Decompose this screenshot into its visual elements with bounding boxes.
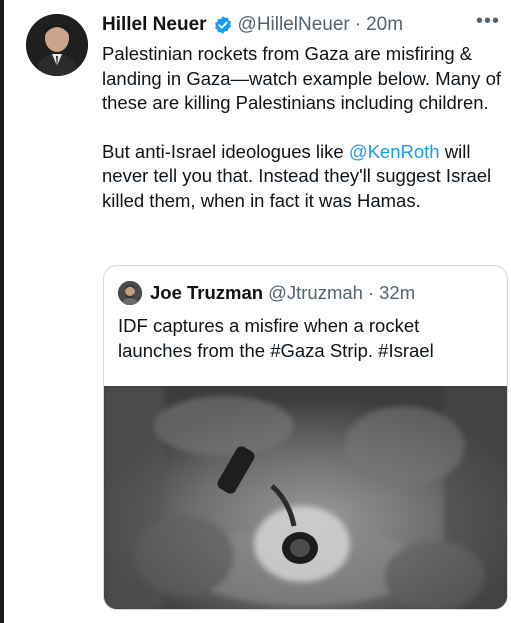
- video-thumbnail[interactable]: [104, 386, 507, 609]
- quoted-author-name[interactable]: Joe Truzman: [150, 282, 263, 304]
- video-frame-image: [104, 386, 507, 609]
- tweet[interactable]: Hillel Neuer @HillelNeuer · 20m ••• Pale…: [4, 0, 509, 623]
- author-name[interactable]: Hillel Neuer: [102, 14, 207, 36]
- tweet-header: Hillel Neuer @HillelNeuer · 20m: [102, 12, 502, 38]
- quoted-tweet-header: Joe Truzman @Jtruzmah · 32m: [118, 280, 415, 306]
- tweet-text: Palestinian rockets from Gaza are misfir…: [102, 42, 507, 213]
- paragraph-2-start: But anti-Israel ideologues like: [102, 140, 349, 162]
- quoted-tweet-text: IDF captures a misfire when a rocket lau…: [118, 315, 434, 361]
- tweet-paragraph-1: Palestinian rockets from Gaza are misfir…: [102, 43, 501, 113]
- tweet-paragraph-2: But anti-Israel ideologues like @KenRoth…: [102, 140, 507, 214]
- avatar[interactable]: [26, 14, 88, 76]
- mention-link[interactable]: @KenRoth: [349, 141, 440, 162]
- quoted-separator-dot: ·: [367, 282, 375, 303]
- separator-dot: ·: [354, 14, 362, 35]
- timestamp[interactable]: 20m: [366, 14, 403, 36]
- more-options-icon[interactable]: •••: [473, 10, 503, 32]
- verified-badge-icon: [213, 15, 233, 35]
- quoted-author-handle[interactable]: @Jtruzmah: [268, 282, 363, 304]
- author-handle[interactable]: @HillelNeuer: [238, 14, 350, 36]
- quoted-avatar[interactable]: [118, 281, 142, 305]
- quoted-tweet[interactable]: Joe Truzman @Jtruzmah · 32m IDF captures…: [103, 265, 508, 610]
- quoted-timestamp[interactable]: 32m: [379, 282, 415, 304]
